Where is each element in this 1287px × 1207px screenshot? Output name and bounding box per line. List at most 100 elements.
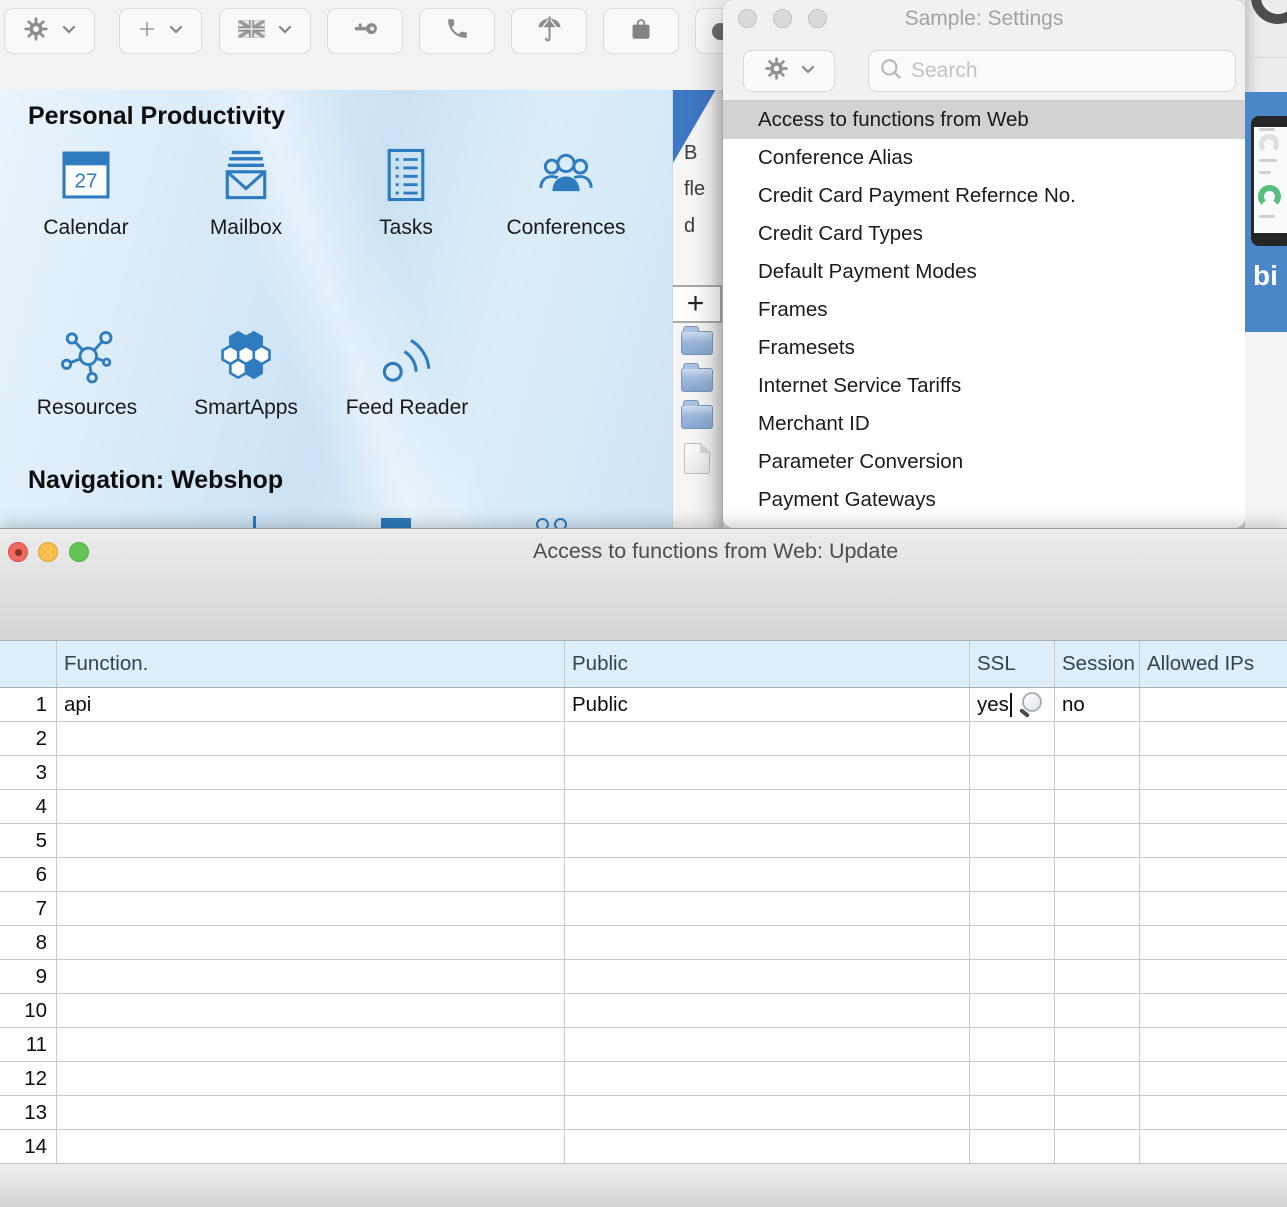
cell-ssl[interactable] [970, 960, 1055, 993]
cell-function[interactable] [57, 892, 565, 925]
cell-session[interactable] [1055, 960, 1140, 993]
cell-function[interactable] [57, 858, 565, 891]
settings-list-item[interactable]: Merchant ID [723, 405, 1245, 443]
cell-public[interactable] [565, 1028, 970, 1061]
cell-function[interactable] [57, 790, 565, 823]
cell-session[interactable]: no [1055, 688, 1140, 721]
cell-session[interactable] [1055, 1096, 1140, 1129]
settings-list-item[interactable]: Parameter Conversion [723, 443, 1245, 481]
cell-function[interactable] [57, 1130, 565, 1163]
settings-list-item[interactable]: Conference Alias [723, 139, 1245, 177]
cell-ssl[interactable] [970, 1096, 1055, 1129]
toolbar-umbrella-button[interactable] [511, 8, 587, 54]
cell-allowed-ips[interactable] [1140, 1062, 1287, 1095]
cell-function[interactable] [57, 960, 565, 993]
cell-function[interactable] [57, 824, 565, 857]
header-function[interactable]: Function. [57, 641, 565, 687]
header-ssl[interactable]: SSL [970, 641, 1055, 687]
folder-icon[interactable] [681, 331, 713, 355]
cell-public[interactable] [565, 1062, 970, 1095]
app-feed-reader[interactable]: Feed Reader [332, 324, 482, 420]
settings-list-item[interactable]: Access to functions from Web [723, 101, 1245, 139]
toolbar-bag-button[interactable] [603, 8, 679, 54]
cell-session[interactable] [1055, 790, 1140, 823]
cell-allowed-ips[interactable] [1140, 722, 1287, 755]
cell-session[interactable] [1055, 824, 1140, 857]
settings-list-item[interactable]: Payment Gateways [723, 481, 1245, 519]
cell-session[interactable] [1055, 756, 1140, 789]
cell-function[interactable] [57, 926, 565, 959]
cell-allowed-ips[interactable] [1140, 756, 1287, 789]
cell-function[interactable]: api [57, 688, 565, 721]
cell-allowed-ips[interactable] [1140, 892, 1287, 925]
cell-public[interactable]: Public [565, 688, 970, 721]
cell-ssl[interactable] [970, 1130, 1055, 1163]
cell-allowed-ips[interactable] [1140, 824, 1287, 857]
cell-session[interactable] [1055, 858, 1140, 891]
close-button[interactable] [8, 542, 28, 562]
cell-public[interactable] [565, 960, 970, 993]
toolbar-phone-button[interactable] [419, 8, 495, 54]
settings-list-item[interactable]: Framesets [723, 329, 1245, 367]
cell-allowed-ips[interactable] [1140, 858, 1287, 891]
cell-public[interactable] [565, 994, 970, 1027]
cell-session[interactable] [1055, 1028, 1140, 1061]
cell-public[interactable] [565, 756, 970, 789]
cell-public[interactable] [565, 892, 970, 925]
cell-ssl[interactable] [970, 858, 1055, 891]
cell-ssl[interactable] [970, 756, 1055, 789]
cell-session[interactable] [1055, 722, 1140, 755]
cell-function[interactable] [57, 722, 565, 755]
cell-allowed-ips[interactable] [1140, 1096, 1287, 1129]
cell-public[interactable] [565, 790, 970, 823]
app-smartapps[interactable]: SmartApps [171, 324, 321, 420]
settings-list-item[interactable]: Credit Card Payment Refernce No. [723, 177, 1245, 215]
cell-allowed-ips[interactable] [1140, 926, 1287, 959]
app-tasks[interactable]: Tasks [331, 144, 481, 240]
file-icon[interactable] [684, 443, 710, 474]
cell-ssl[interactable] [970, 926, 1055, 959]
cell-allowed-ips[interactable] [1140, 1130, 1287, 1163]
cell-ssl[interactable] [970, 722, 1055, 755]
cell-public[interactable] [565, 824, 970, 857]
search-field[interactable] [868, 50, 1236, 92]
settings-list-item[interactable]: Frames [723, 291, 1245, 329]
cell-function[interactable] [57, 1028, 565, 1061]
cell-ssl[interactable] [970, 1062, 1055, 1095]
cell-function[interactable] [57, 756, 565, 789]
header-session[interactable]: Session [1055, 641, 1140, 687]
cell-allowed-ips[interactable] [1140, 1028, 1287, 1061]
cell-session[interactable] [1055, 994, 1140, 1027]
cell-ssl[interactable] [970, 994, 1055, 1027]
settings-action-menu-button[interactable] [743, 50, 835, 92]
cell-allowed-ips[interactable] [1140, 790, 1287, 823]
add-item-button[interactable]: + [673, 285, 722, 323]
app-calendar[interactable]: 27 Calendar [11, 144, 161, 240]
cell-function[interactable] [57, 994, 565, 1027]
settings-list-item[interactable]: Internet Service Tariffs [723, 367, 1245, 405]
folder-icon[interactable] [681, 405, 713, 429]
cell-session[interactable] [1055, 926, 1140, 959]
cell-allowed-ips[interactable] [1140, 960, 1287, 993]
cell-session[interactable] [1055, 892, 1140, 925]
toolbar-language-button[interactable] [219, 8, 311, 54]
cell-session[interactable] [1055, 1062, 1140, 1095]
update-titlebar[interactable]: Access to functions from Web: Update [0, 529, 1287, 641]
header-public[interactable]: Public [565, 641, 970, 687]
cell-allowed-ips[interactable] [1140, 688, 1287, 721]
settings-list-item[interactable]: Default Payment Modes [723, 253, 1245, 291]
folder-icon[interactable] [681, 368, 713, 392]
app-resources[interactable]: Resources [12, 324, 162, 420]
cell-public[interactable] [565, 1096, 970, 1129]
cell-ssl[interactable] [970, 1028, 1055, 1061]
cell-public[interactable] [565, 858, 970, 891]
magnifier-lookup-icon[interactable] [1015, 691, 1045, 719]
toolbar-key-button[interactable] [327, 8, 403, 54]
zoom-button[interactable] [69, 542, 89, 562]
settings-list-item[interactable]: Credit Card Types [723, 215, 1245, 253]
header-allowed-ips[interactable]: Allowed IPs [1140, 641, 1287, 687]
cell-function[interactable] [57, 1062, 565, 1095]
cell-function[interactable] [57, 1096, 565, 1129]
cell-ssl[interactable] [970, 892, 1055, 925]
cell-public[interactable] [565, 926, 970, 959]
